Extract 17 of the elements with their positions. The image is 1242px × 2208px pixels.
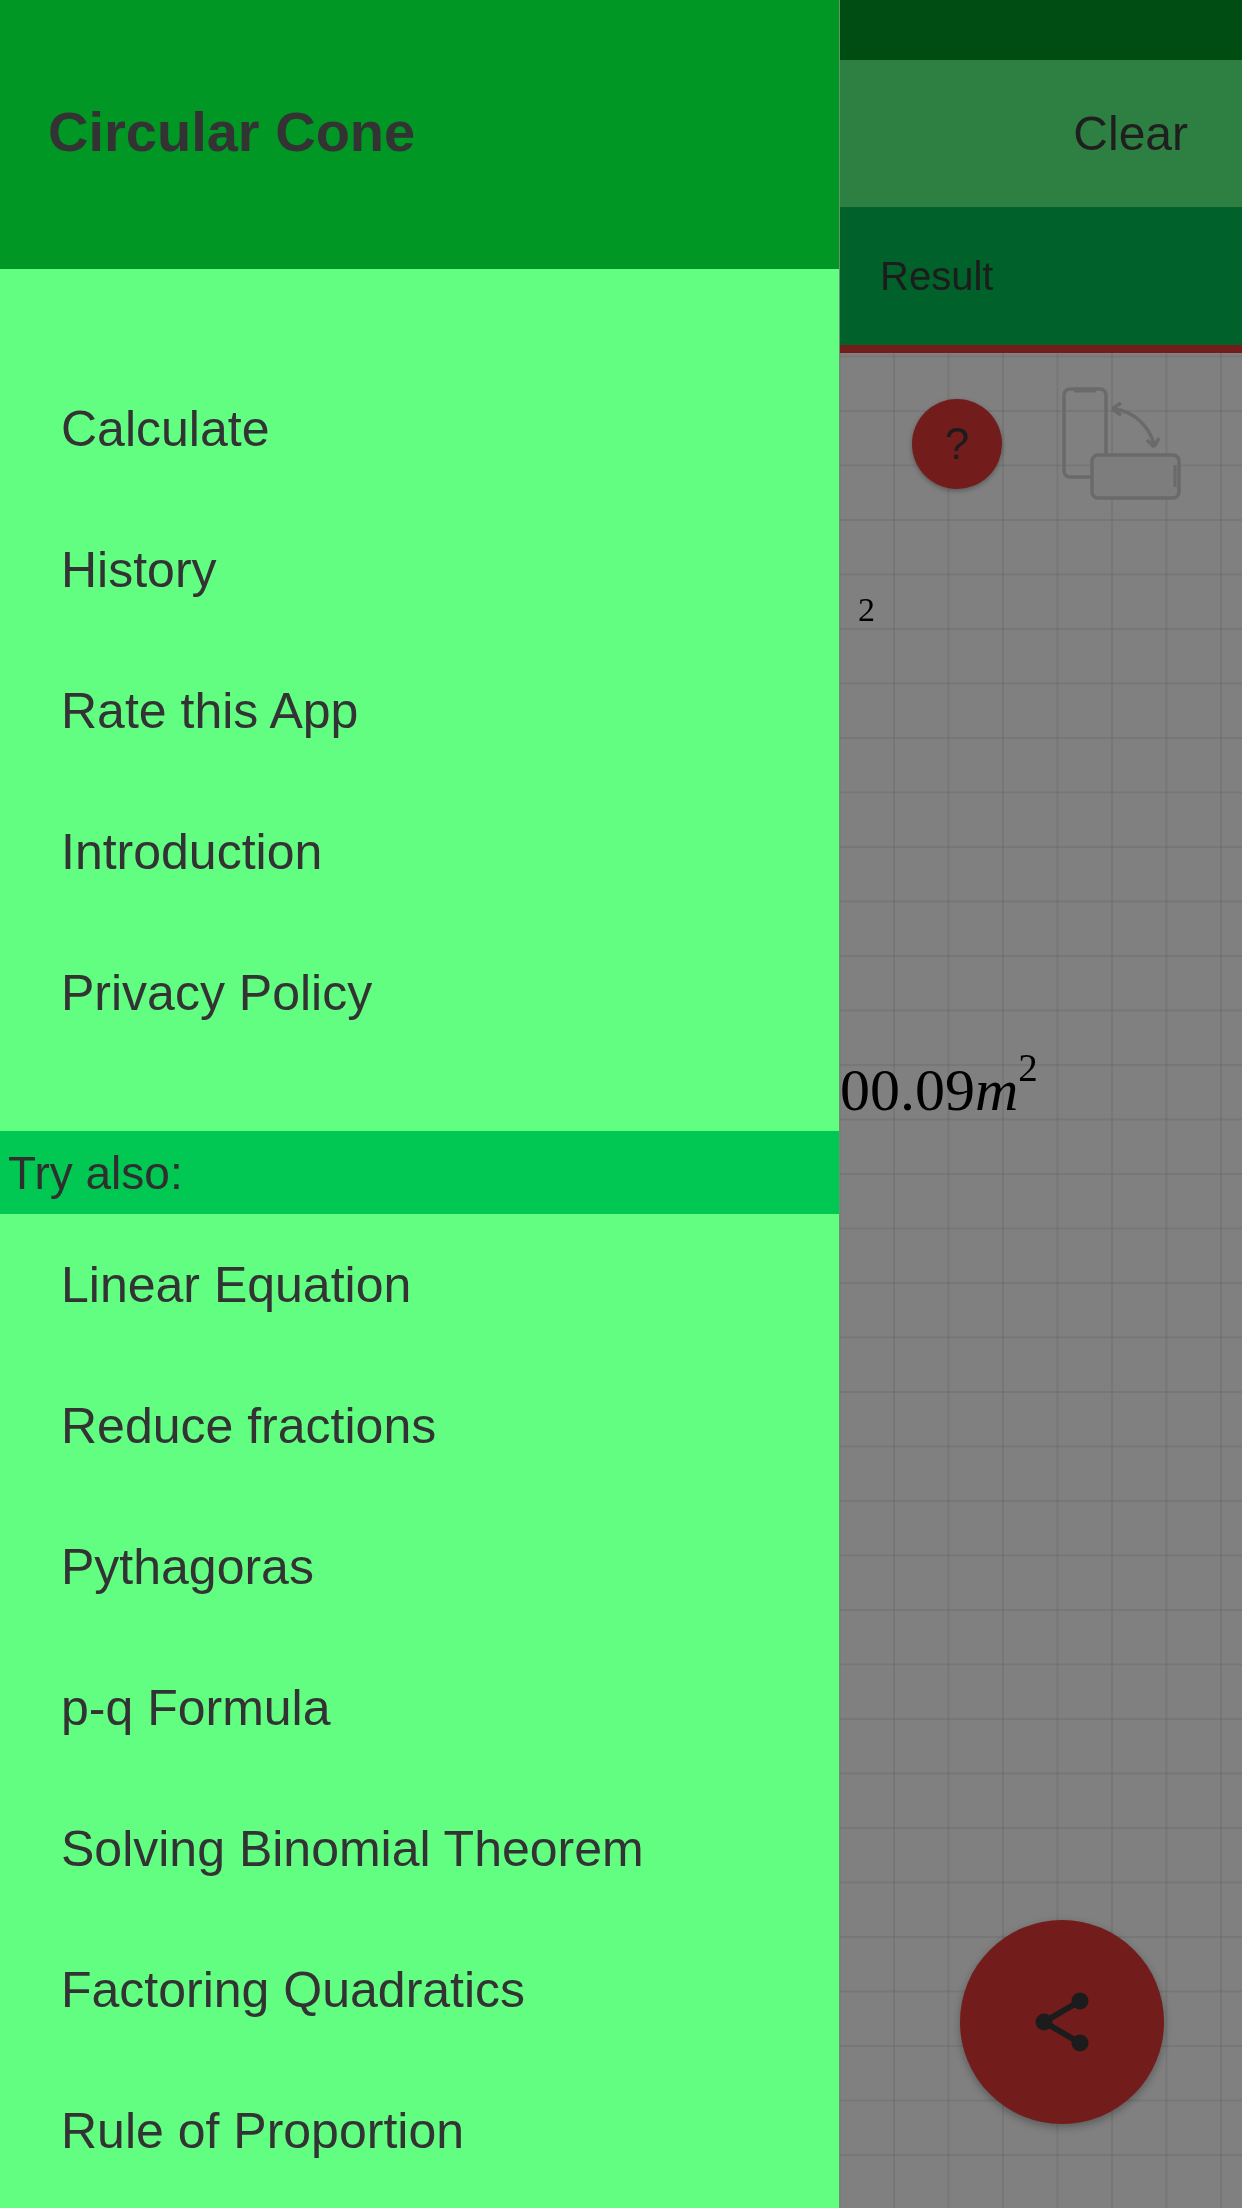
area-result-text: 00.09m$^{2}$ <box>840 1057 1038 1123</box>
menu-item[interactable]: Solving Binomial Theorem <box>0 1778 839 1919</box>
menu-item[interactable]: p-q Formula <box>0 1637 839 1778</box>
menu-item[interactable]: Rule of Proportion <box>0 2060 839 2201</box>
menu-item[interactable]: Reduce fractions <box>0 1355 839 1496</box>
drawer-title: Circular Cone <box>48 99 416 164</box>
section-heading: Try also: <box>8 1145 183 1200</box>
menu-item[interactable]: Calculate <box>0 358 839 499</box>
menu-item[interactable]: Pythagoras <box>0 1496 839 1637</box>
menu-item[interactable]: Privacy Policy <box>0 922 839 1063</box>
menu-item[interactable]: Factoring Quadratics <box>0 1919 839 2060</box>
menu-item[interactable]: History <box>0 499 839 640</box>
share-icon <box>1035 1992 1089 2052</box>
menu-item[interactable]: Introduction <box>0 781 839 922</box>
formula-exponent: 2 <box>858 593 875 627</box>
menu-item[interactable]: Linear Equation <box>0 1214 839 1355</box>
menu-item[interactable]: Rate this App <box>0 640 839 781</box>
